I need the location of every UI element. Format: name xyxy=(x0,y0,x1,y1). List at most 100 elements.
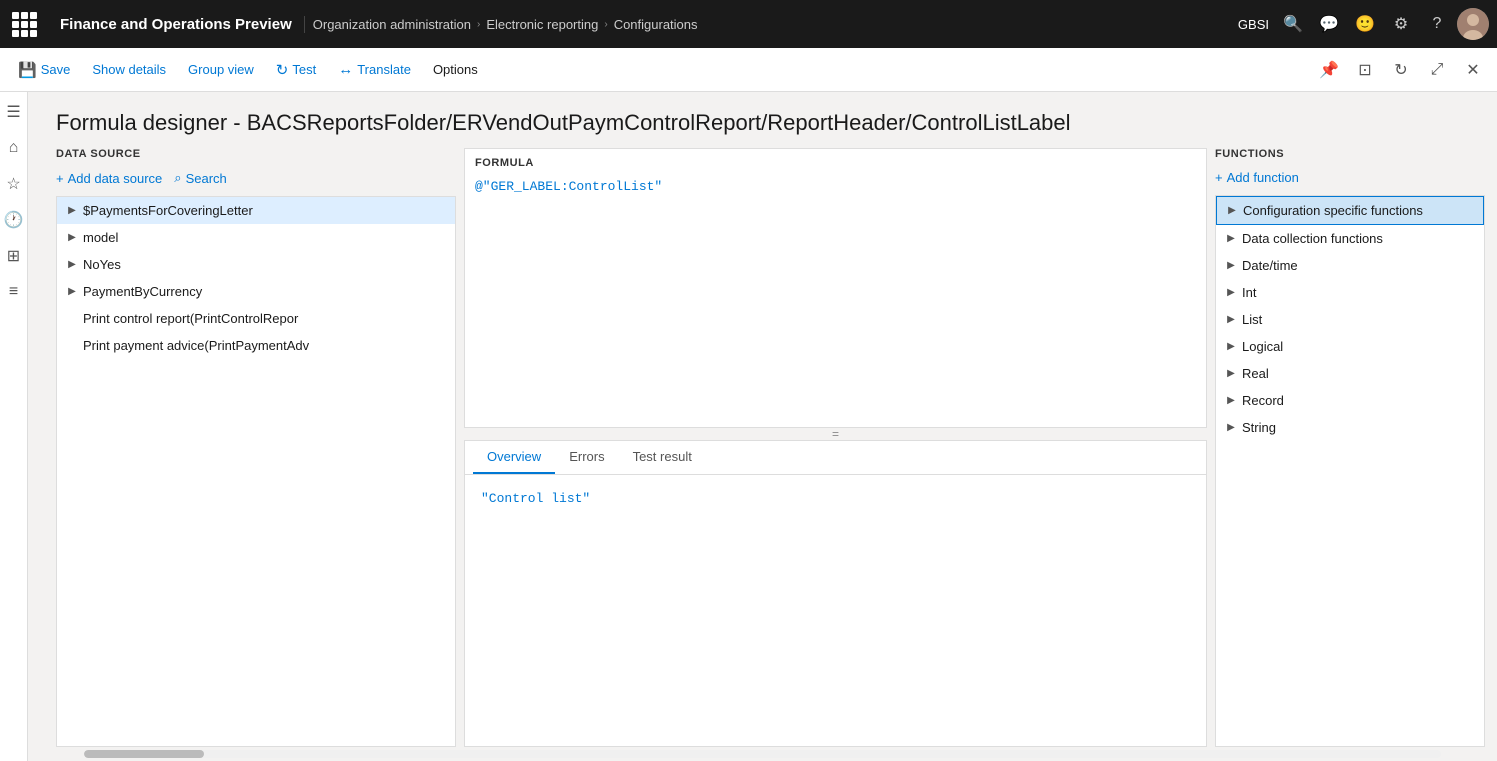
tab-errors[interactable]: Errors xyxy=(555,441,618,474)
options-button[interactable]: Options xyxy=(423,58,488,81)
save-button[interactable]: 💾 Save xyxy=(8,57,80,83)
chevron-real-icon: ▶ xyxy=(1224,367,1238,381)
tree-item-label: $PaymentsForCoveringLetter xyxy=(83,203,253,218)
func-item-record[interactable]: ▶ Record xyxy=(1216,387,1484,414)
sidebar-home-icon[interactable]: ⌂ xyxy=(2,136,26,160)
tab-test-result[interactable]: Test result xyxy=(619,441,706,474)
sidebar-hamburger-icon[interactable]: ☰ xyxy=(2,100,26,124)
translate-button[interactable]: ↔ Translate xyxy=(328,57,421,82)
functions-header: FUNCTIONS xyxy=(1215,144,1485,168)
tab-bar: Overview Errors Test result xyxy=(465,441,1206,475)
test-button[interactable]: ↻ Test xyxy=(266,57,326,83)
tree-item-label: model xyxy=(83,230,118,245)
close-icon-btn[interactable]: ✕ xyxy=(1457,54,1489,86)
tree-item-print-control[interactable]: ▶ Print control report(PrintControlRepor xyxy=(57,305,455,332)
layout-icon-btn[interactable]: ⊡ xyxy=(1349,54,1381,86)
bottom-scrollbar-area xyxy=(28,747,1497,761)
formula-editor-container: FORMULA xyxy=(464,148,1207,428)
refresh-icon-btn[interactable]: ↻ xyxy=(1385,54,1417,86)
func-item-label: Data collection functions xyxy=(1242,231,1383,246)
org-code: GBSI xyxy=(1238,17,1269,32)
chat-icon-btn[interactable]: 💬 xyxy=(1313,8,1345,40)
formula-panel: FORMULA = Overview Errors Test result xyxy=(456,144,1207,747)
search-data-source-button[interactable]: ⌕ Search xyxy=(174,168,226,188)
tree-item-print-advice[interactable]: ▶ Print payment advice(PrintPaymentAdv xyxy=(57,332,455,359)
breadcrumb-item-er[interactable]: Electronic reporting xyxy=(486,17,598,32)
sidebar-clock-icon[interactable]: 🕐 xyxy=(2,208,26,232)
tree-item-payments[interactable]: ▶ $PaymentsForCoveringLetter xyxy=(57,197,455,224)
search-icon-btn[interactable]: 🔍 xyxy=(1277,8,1309,40)
data-source-header: DATA SOURCE xyxy=(56,144,456,168)
func-item-real[interactable]: ▶ Real xyxy=(1216,360,1484,387)
app-grid-button[interactable] xyxy=(8,8,40,40)
pin-icon-btn[interactable]: 📌 xyxy=(1313,54,1345,86)
formula-designer-layout: DATA SOURCE + Add data source ⌕ Search ▶… xyxy=(56,144,1485,747)
search-label: Search xyxy=(186,171,227,186)
tab-overview[interactable]: Overview xyxy=(473,441,555,474)
show-details-button[interactable]: Show details xyxy=(82,58,176,81)
settings-icon-btn[interactable]: ⚙ xyxy=(1385,8,1417,40)
sidebar-grid-icon[interactable]: ⊞ xyxy=(2,244,26,268)
tab-content-overview: "Control list" xyxy=(465,475,1206,746)
help-icon-btn[interactable]: ? xyxy=(1421,8,1453,40)
chevron-record-icon: ▶ xyxy=(1224,394,1238,408)
group-view-button[interactable]: Group view xyxy=(178,58,264,81)
tree-item-label: Print control report(PrintControlRepor xyxy=(83,311,298,326)
main-container: ☰ ⌂ ☆ 🕐 ⊞ ≡ Formula designer - BACSRepor… xyxy=(0,92,1497,761)
scrollbar-thumb xyxy=(84,750,204,758)
expand-icon-btn[interactable]: ⤢ xyxy=(1421,54,1453,86)
sidebar-list-icon[interactable]: ≡ xyxy=(2,280,26,304)
functions-actions: + Add function xyxy=(1215,168,1485,187)
resize-handle[interactable]: = xyxy=(464,428,1207,440)
tree-item-paymcurrency[interactable]: ▶ PaymentByCurrency xyxy=(57,278,455,305)
left-sidebar: ☰ ⌂ ☆ 🕐 ⊞ ≡ xyxy=(0,92,28,761)
breadcrumb-chevron-2: › xyxy=(604,19,607,30)
func-item-string[interactable]: ▶ String xyxy=(1216,414,1484,441)
content-area: Formula designer - BACSReportsFolder/ERV… xyxy=(28,92,1497,761)
functions-panel: FUNCTIONS + Add function ▶ Configuration… xyxy=(1215,144,1485,747)
func-item-int[interactable]: ▶ Int xyxy=(1216,279,1484,306)
top-navigation-bar: Finance and Operations Preview Organizat… xyxy=(0,0,1497,48)
save-icon: 💾 xyxy=(18,61,37,79)
grid-icon xyxy=(12,12,37,37)
breadcrumb-chevron-1: › xyxy=(477,19,480,30)
func-item-label: List xyxy=(1242,312,1262,327)
func-item-logical[interactable]: ▶ Logical xyxy=(1216,333,1484,360)
add-function-button[interactable]: + Add function xyxy=(1215,168,1299,187)
tree-item-label: PaymentByCurrency xyxy=(83,284,202,299)
tree-item-label: Print payment advice(PrintPaymentAdv xyxy=(83,338,309,353)
chevron-payments-icon: ▶ xyxy=(65,204,79,218)
tree-item-model[interactable]: ▶ model xyxy=(57,224,455,251)
smiley-icon-btn[interactable]: 🙂 xyxy=(1349,8,1381,40)
horizontal-scrollbar[interactable] xyxy=(84,750,1441,758)
resize-icon: = xyxy=(832,427,839,441)
chevron-datetime-icon: ▶ xyxy=(1224,259,1238,273)
chevron-noyes-icon: ▶ xyxy=(65,258,79,272)
breadcrumb-item-config[interactable]: Configurations xyxy=(614,17,698,32)
tree-item-noyes[interactable]: ▶ NoYes xyxy=(57,251,455,278)
func-item-label: Int xyxy=(1242,285,1256,300)
func-item-label: Real xyxy=(1242,366,1269,381)
formula-input[interactable] xyxy=(465,173,1206,427)
search-icon: ⌕ xyxy=(174,170,181,186)
toolbar: 💾 Save Show details Group view ↻ Test ↔ … xyxy=(0,48,1497,92)
func-item-label: Configuration specific functions xyxy=(1243,203,1423,218)
user-avatar[interactable] xyxy=(1457,8,1489,40)
func-item-data-collection[interactable]: ▶ Data collection functions xyxy=(1216,225,1484,252)
add-function-label: Add function xyxy=(1227,170,1299,185)
func-item-datetime[interactable]: ▶ Date/time xyxy=(1216,252,1484,279)
page-title-bar: Formula designer - BACSReportsFolder/ERV… xyxy=(28,92,1497,144)
translate-icon: ↔ xyxy=(338,61,353,78)
func-item-label: Date/time xyxy=(1242,258,1298,273)
formula-header: FORMULA xyxy=(465,149,1206,173)
func-item-config-specific[interactable]: ▶ Configuration specific functions xyxy=(1216,196,1484,225)
add-function-plus-icon: + xyxy=(1215,170,1223,185)
breadcrumb-item-org[interactable]: Organization administration xyxy=(313,17,471,32)
tree-item-label: NoYes xyxy=(83,257,121,272)
bottom-panel: Overview Errors Test result "Control lis… xyxy=(464,440,1207,747)
data-source-tree: ▶ $PaymentsForCoveringLetter ▶ model ▶ N… xyxy=(56,196,456,747)
breadcrumb: Organization administration › Electronic… xyxy=(313,17,1230,32)
add-data-source-button[interactable]: + Add data source xyxy=(56,169,162,188)
sidebar-star-icon[interactable]: ☆ xyxy=(2,172,26,196)
func-item-list[interactable]: ▶ List xyxy=(1216,306,1484,333)
